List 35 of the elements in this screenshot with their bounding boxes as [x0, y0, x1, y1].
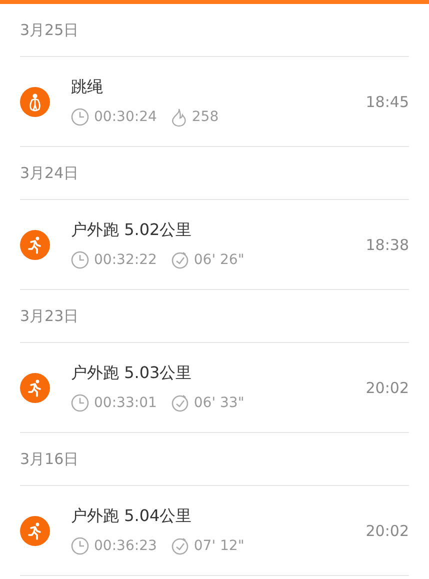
workout-time: 20:02 [366, 378, 409, 396]
stat-value: 00:32:22 [94, 252, 157, 268]
runner-icon [27, 378, 43, 396]
clock-icon [71, 537, 89, 555]
workout-title: 户外跑 5.03公里 [71, 363, 192, 384]
stat-value: 06' 33" [194, 395, 244, 411]
workout-entry[interactable]: 户外跑 5.03公里 00:33:01 06' 33" 20:02 [20, 343, 409, 433]
stopwatch-icon [170, 537, 189, 555]
workout-entry[interactable]: 户外跑 5.02公里 00:32:22 06' 26" 18:38 [20, 200, 409, 290]
date-header: 3月23日 [20, 306, 79, 326]
clock-icon [71, 394, 89, 412]
date-header: 3月16日 [20, 450, 79, 468]
clock-icon [71, 251, 89, 269]
workout-title: 户外跑 5.02公里 [71, 220, 192, 241]
workout-time: 20:02 [366, 522, 409, 540]
workout-entry[interactable]: 户外跑 5.04公里 00:36:23 07' 12" 20:02 [20, 486, 409, 576]
workout-time: 18:45 [366, 92, 409, 110]
stopwatch-icon [170, 251, 189, 269]
workout-entry[interactable]: 跳绳 00:30:24 258 18:45 [20, 57, 409, 147]
runner-icon [27, 236, 43, 254]
workout-title: 户外跑 5.04公里 [71, 506, 192, 527]
stat-value: 00:30:24 [94, 109, 157, 125]
stat-value: 00:36:23 [94, 538, 157, 554]
workout-title: 跳绳 [71, 76, 103, 98]
stat-value: 00:33:01 [94, 395, 157, 411]
runner-icon [27, 522, 43, 540]
clock-icon [71, 108, 89, 126]
stopwatch-icon [170, 394, 189, 412]
date-header: 3月24日 [20, 164, 79, 182]
date-header: 3月25日 [20, 20, 79, 40]
flame-icon [170, 108, 187, 126]
stat-value: 258 [192, 109, 219, 125]
workout-time: 18:38 [366, 236, 409, 254]
stat-value: 06' 26" [194, 252, 244, 268]
stat-value: 07' 12" [194, 538, 244, 554]
